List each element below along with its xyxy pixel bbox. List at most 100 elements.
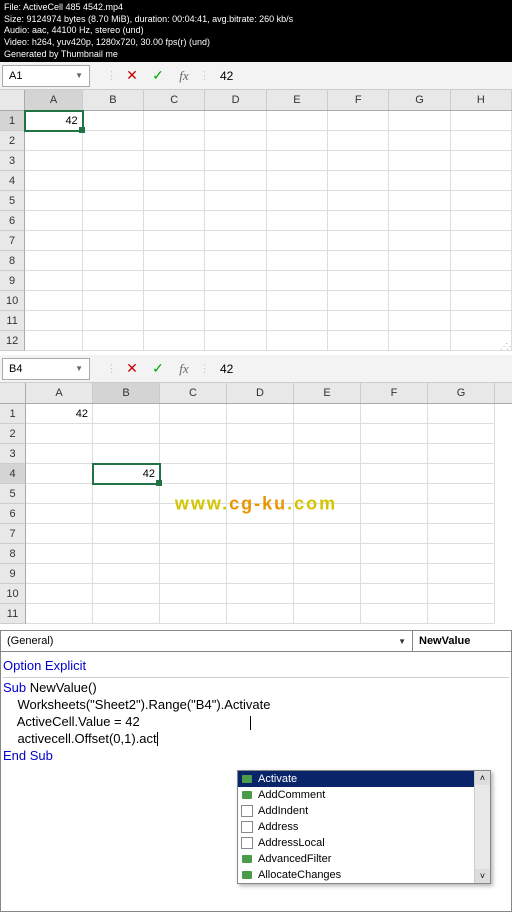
cell[interactable] [428,444,495,464]
cell-a1[interactable]: 42 [25,111,82,131]
row-header[interactable]: 7 [0,524,26,544]
cell[interactable] [144,211,205,231]
row-header[interactable]: 11 [0,311,25,331]
intellisense-item-advancedfilter[interactable]: AdvancedFilter [238,851,490,867]
cell[interactable] [227,604,294,624]
cell[interactable] [26,584,93,604]
cell[interactable] [144,331,205,351]
formula-input-2[interactable] [214,358,510,380]
cell[interactable] [160,444,227,464]
cell[interactable] [227,424,294,444]
intellisense-item-addindent[interactable]: AddIndent [238,803,490,819]
cell[interactable] [361,464,428,484]
cell[interactable] [25,311,82,331]
row-header[interactable]: 9 [0,271,25,291]
cell[interactable] [205,171,266,191]
cell[interactable] [294,504,361,524]
cell[interactable] [328,131,389,151]
cell[interactable] [328,331,389,351]
cell[interactable] [93,424,160,444]
cell[interactable] [144,111,205,131]
cell[interactable] [361,444,428,464]
cell[interactable] [25,251,82,271]
cell[interactable] [227,484,294,504]
cell[interactable] [451,171,512,191]
vbe-proc-combo[interactable]: NewValue [413,631,511,651]
col-header-d[interactable]: D [205,90,266,110]
cell[interactable] [227,444,294,464]
cell[interactable] [144,231,205,251]
cell[interactable] [361,404,428,424]
cell[interactable] [328,291,389,311]
cell[interactable] [205,231,266,251]
cell[interactable] [361,604,428,624]
cell[interactable] [93,444,160,464]
cell[interactable] [227,544,294,564]
cell[interactable] [267,111,328,131]
cell[interactable] [361,544,428,564]
cell[interactable] [451,231,512,251]
confirm-icon[interactable]: ✓ [147,358,169,380]
name-box-2[interactable]: B4 ▼ [2,358,90,380]
row-header[interactable]: 5 [0,484,26,504]
cell[interactable] [328,151,389,171]
col-header-d[interactable]: D [227,383,294,403]
cell[interactable] [361,524,428,544]
cell[interactable] [144,271,205,291]
cell[interactable] [160,584,227,604]
cell[interactable] [83,111,144,131]
cell[interactable] [428,504,495,524]
cell[interactable] [267,331,328,351]
cell[interactable] [26,524,93,544]
cell[interactable] [267,231,328,251]
cell[interactable] [361,564,428,584]
cell[interactable] [160,564,227,584]
cell[interactable] [328,111,389,131]
cell[interactable] [328,271,389,291]
vbe-code-pane[interactable]: Option Explicit Sub NewValue() Worksheet… [0,652,512,912]
cell[interactable] [25,151,82,171]
cell[interactable] [451,291,512,311]
col-header-c[interactable]: C [160,383,227,403]
row-header[interactable]: 11 [0,604,26,624]
col-header-f[interactable]: F [361,383,428,403]
dropdown-icon[interactable]: ▼ [75,71,83,80]
col-header-e[interactable]: E [267,90,328,110]
cell[interactable] [83,131,144,151]
col-header-f[interactable]: F [328,90,389,110]
cell[interactable] [26,464,93,484]
cell[interactable] [205,331,266,351]
cell[interactable] [328,251,389,271]
cell[interactable] [328,171,389,191]
col-header-a[interactable]: A [25,90,82,110]
cell[interactable] [144,291,205,311]
cell[interactable] [328,211,389,231]
row-header[interactable]: 8 [0,251,25,271]
cell[interactable] [144,151,205,171]
intellisense-scrollbar[interactable]: ˄ ˅ [474,771,490,883]
cell[interactable] [361,484,428,504]
row-header[interactable]: 9 [0,564,26,584]
cell[interactable] [428,424,495,444]
confirm-icon[interactable]: ✓ [147,65,169,87]
cell[interactable] [160,484,227,504]
col-header-a[interactable]: A [26,383,93,403]
cell[interactable] [26,424,93,444]
cell[interactable] [389,231,450,251]
col-header-c[interactable]: C [144,90,205,110]
formula-input-1[interactable] [214,65,510,87]
cell[interactable] [267,251,328,271]
cell[interactable] [205,311,266,331]
cell[interactable] [93,484,160,504]
cell[interactable] [389,291,450,311]
cell[interactable] [389,111,450,131]
cell[interactable] [227,504,294,524]
cell[interactable] [389,131,450,151]
cell[interactable] [294,484,361,504]
col-header-b[interactable]: B [83,90,144,110]
row-header[interactable]: 2 [0,131,25,151]
cell[interactable] [389,311,450,331]
cell[interactable] [160,544,227,564]
cell[interactable] [389,251,450,271]
intellisense-item-addcomment[interactable]: AddComment [238,787,490,803]
